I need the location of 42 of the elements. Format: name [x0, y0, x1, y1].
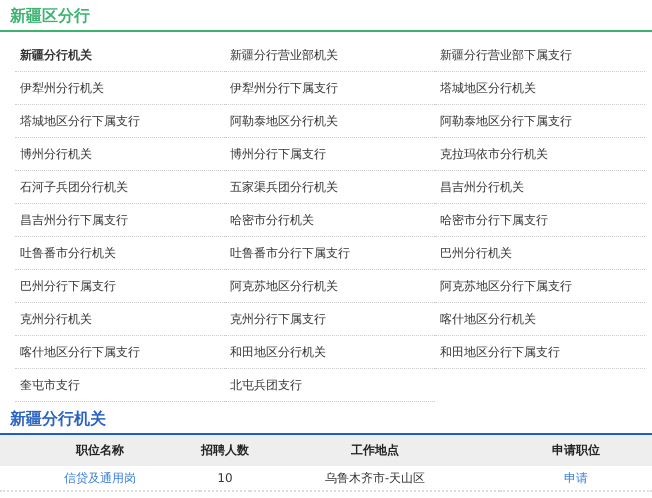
region-title: 新疆区分行: [10, 6, 90, 26]
table-cell: 乌鲁木齐市-天山区: [250, 466, 500, 491]
branch-link[interactable]: 新疆分行机关: [15, 39, 225, 72]
branch-link[interactable]: 克州分行机关: [15, 303, 225, 336]
branch-link[interactable]: 哈密市分行机关: [225, 204, 435, 237]
branch-link[interactable]: 巴州分行机关: [435, 237, 645, 270]
branch-link[interactable]: 伊犁州分行机关: [15, 72, 225, 105]
branch-link[interactable]: 昌吉州分行机关: [435, 171, 645, 204]
branch-link[interactable]: 博州分行机关: [15, 138, 225, 171]
column-header: 申请职位: [500, 435, 652, 466]
branch-link[interactable]: 五家渠兵团分行机关: [225, 171, 435, 204]
branch-link[interactable]: 哈密市分行下属支行: [435, 204, 645, 237]
branch-link[interactable]: 克州分行下属支行: [225, 303, 435, 336]
branch-link[interactable]: 和田地区分行下属支行: [435, 336, 645, 369]
section-title: 新疆分行机关: [10, 408, 106, 430]
branch-link[interactable]: 新疆分行营业部下属支行: [435, 39, 645, 72]
branch-link[interactable]: 伊犁州分行下属支行: [225, 72, 435, 105]
table-cell: 10: [200, 466, 250, 491]
branch-link[interactable]: 博州分行下属支行: [225, 138, 435, 171]
branch-link[interactable]: 昌吉州分行下属支行: [15, 204, 225, 237]
branch-link[interactable]: 塔城地区分行下属支行: [15, 105, 225, 138]
branch-link[interactable]: 喀什地区分行下属支行: [15, 336, 225, 369]
branch-link[interactable]: 和田地区分行机关: [225, 336, 435, 369]
branch-link[interactable]: 吐鲁番市分行下属支行: [225, 237, 435, 270]
branch-link[interactable]: 新疆分行营业部机关: [225, 39, 435, 72]
branch-link[interactable]: 吐鲁番市分行机关: [15, 237, 225, 270]
branch-link[interactable]: 巴州分行下属支行: [15, 270, 225, 303]
branch-link[interactable]: 阿克苏地区分行下属支行: [435, 270, 645, 303]
position-link[interactable]: 信贷及通用岗: [64, 470, 136, 484]
apply-link[interactable]: 申请: [564, 470, 588, 484]
branch-link[interactable]: 石河子兵团分行机关: [15, 171, 225, 204]
branch-link[interactable]: 塔城地区分行机关: [435, 72, 645, 105]
branch-link[interactable]: 奎屯市支行: [15, 369, 225, 402]
branch-link[interactable]: 阿勒泰地区分行机关: [225, 105, 435, 138]
column-header: 工作地点: [250, 435, 500, 466]
column-header: 职位名称: [0, 435, 200, 466]
branch-link[interactable]: 克拉玛依市分行机关: [435, 138, 645, 171]
branch-link[interactable]: 阿克苏地区分行机关: [225, 270, 435, 303]
branch-link[interactable]: 阿勒泰地区分行下属支行: [435, 105, 645, 138]
column-header: 招聘人数: [200, 435, 250, 466]
branch-link[interactable]: 北屯兵团支行: [225, 369, 435, 402]
branch-link[interactable]: 喀什地区分行机关: [435, 303, 645, 336]
